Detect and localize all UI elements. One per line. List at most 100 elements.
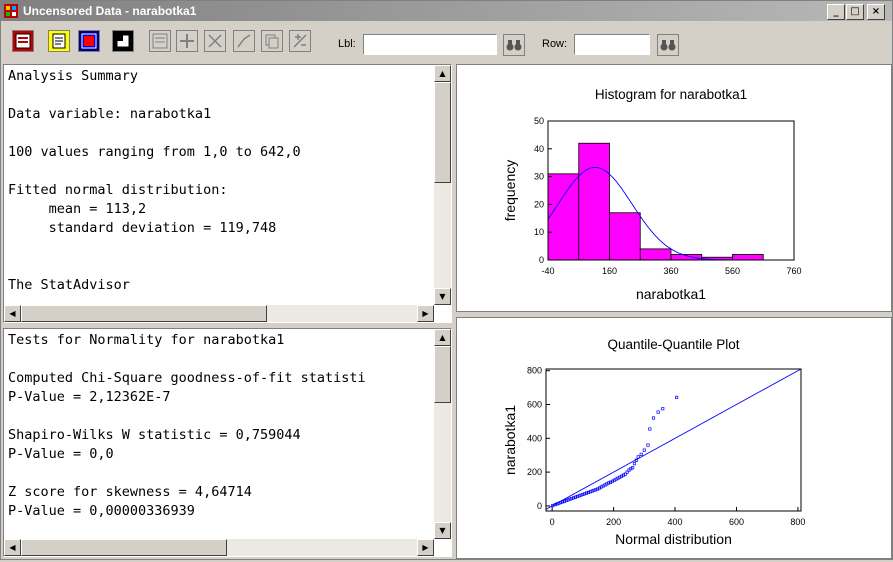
histogram-bar (578, 142, 610, 261)
scrollbar-thumb[interactable] (21, 539, 227, 556)
save-results-icon[interactable] (149, 30, 171, 52)
scrollbar-thumb[interactable] (434, 346, 451, 403)
data-point (642, 448, 646, 452)
analysis-summary-text: Analysis Summary Data variable: narabotk… (8, 67, 301, 295)
scroll-left-icon[interactable]: ◀ (4, 305, 21, 322)
text-line: Analysis Summary (8, 68, 139, 84)
text-line: The StatAdvisor (8, 277, 130, 293)
y-tick-label: 400 (527, 433, 542, 443)
label-search-input[interactable] (363, 34, 497, 55)
y-tick-label: 800 (527, 366, 542, 376)
text-line: P-Value = 0,00000336939 (8, 503, 195, 519)
horizontal-scrollbar[interactable]: ◀ ▶ (4, 305, 434, 322)
qq-plot-chart: Quantile-Quantile Plot Normal distributio… (502, 337, 805, 547)
text-line (8, 257, 301, 276)
x-axis-label: narabotka1 (636, 286, 706, 302)
scroll-down-icon[interactable]: ▼ (434, 522, 451, 539)
histogram-chart: Histogram for narabotka1 narabotka1 freque… (502, 87, 802, 302)
text-line: P-Value = 2,12362E-7 (8, 389, 171, 405)
text-line (8, 464, 366, 483)
analysis-options-icon[interactable] (48, 30, 70, 52)
scroll-down-icon[interactable]: ▼ (434, 288, 451, 305)
data-point (646, 443, 650, 447)
vertical-scrollbar[interactable]: ▲ ▼ (434, 329, 451, 539)
app-window: Uncensored Data - narabotka1 _ □ × Lbl: … (0, 0, 893, 560)
text-line (8, 86, 301, 105)
y-tick-label: 200 (527, 467, 542, 477)
text-line: Tests for Normality for narabotka1 (8, 332, 285, 348)
y-tick-label: 30 (534, 172, 544, 182)
copy-icon[interactable] (261, 30, 283, 52)
y-tick-label: 40 (534, 144, 544, 154)
normality-tests-pane[interactable]: Tests for Normality for narabotka1 Compu… (3, 328, 452, 557)
maximize-button[interactable]: □ (846, 4, 864, 20)
graph-options-icon[interactable] (233, 30, 255, 52)
graphs-icon[interactable] (112, 30, 134, 52)
histogram-bar (732, 254, 764, 261)
vertical-scrollbar[interactable]: ▲ ▼ (434, 65, 451, 305)
scroll-up-icon[interactable]: ▲ (434, 329, 451, 346)
scroll-right-icon[interactable]: ▶ (417, 539, 434, 556)
text-line: Z score for skewness = 4,64714 (8, 484, 252, 500)
x-tick-label: 160 (602, 266, 617, 276)
histogram-pane[interactable]: Histogram for narabotka1 narabotka1 freque… (456, 64, 892, 312)
text-line: standard deviation = 119,748 (8, 220, 277, 236)
chart-title: Histogram for narabotka1 (595, 87, 747, 102)
text-line: Shapiro-Wilks W statistic = 0,759044 (8, 427, 301, 443)
scroll-up-icon[interactable]: ▲ (434, 65, 451, 82)
y-tick-label: 50 (534, 116, 544, 126)
y-tick-label: 0 (537, 501, 542, 511)
tables-icon[interactable] (78, 30, 100, 52)
text-line: Fitted normal distribution: (8, 182, 228, 198)
x-tick-label: 0 (550, 517, 555, 527)
y-tick-label: 600 (527, 400, 542, 410)
binoculars-icon[interactable] (657, 34, 679, 56)
x-tick-label: 600 (729, 517, 744, 527)
scrollbar-thumb[interactable] (21, 305, 267, 322)
text-line: Computed Chi-Square goodness-of-fit stat… (8, 370, 366, 386)
window-title: Uncensored Data - narabotka1 (23, 4, 197, 18)
binoculars-icon[interactable] (503, 34, 525, 56)
horizontal-scrollbar[interactable]: ◀ ▶ (4, 539, 434, 556)
text-line: 100 values ranging from 1,0 to 642,0 (8, 144, 301, 160)
title-bar[interactable]: Uncensored Data - narabotka1 _ □ × (1, 1, 892, 21)
data-point (632, 462, 637, 466)
text-line (8, 238, 301, 257)
reference-line (545, 368, 802, 510)
x-tick-label: 360 (663, 266, 678, 276)
text-line: mean = 113,2 (8, 201, 147, 217)
analysis-summary-pane[interactable]: Analysis Summary Data variable: narabotk… (3, 64, 452, 323)
x-axis-label: Normal distribution (615, 531, 732, 547)
data-point (648, 427, 652, 431)
y-tick-label: 20 (534, 199, 544, 209)
pane-options-icon[interactable] (204, 30, 226, 52)
text-line: P-Value = 0,0 (8, 446, 114, 462)
exclude-icon[interactable] (176, 30, 198, 52)
app-icon (4, 4, 18, 18)
x-tick-label: -40 (541, 266, 554, 276)
x-tick-label: 200 (606, 517, 621, 527)
x-tick-label: 560 (725, 266, 740, 276)
normality-tests-text: Tests for Normality for narabotka1 Compu… (8, 331, 366, 521)
data-point (656, 410, 660, 414)
histogram-bar (609, 212, 641, 261)
text-line (8, 162, 301, 181)
toolbar: Lbl: Row: (1, 21, 892, 63)
text-line (8, 124, 301, 143)
qq-plot-pane[interactable]: Quantile-Quantile Plot Normal distributio… (456, 317, 892, 559)
text-line (8, 407, 366, 426)
minimize-button[interactable]: _ (827, 4, 845, 20)
close-button[interactable]: × (867, 4, 885, 20)
quit-icon[interactable] (289, 30, 311, 52)
y-axis-label: frequency (502, 160, 518, 221)
histogram-bar (639, 248, 672, 261)
scrollbar-thumb[interactable] (434, 82, 451, 183)
data-point (675, 395, 679, 399)
scroll-left-icon[interactable]: ◀ (4, 539, 21, 556)
lbl-label: Lbl: (338, 38, 356, 50)
scroll-right-icon[interactable]: ▶ (417, 305, 434, 322)
data-point (639, 452, 643, 456)
input-dialog-icon[interactable] (12, 30, 34, 52)
text-line: Data variable: narabotka1 (8, 106, 212, 122)
row-search-input[interactable] (574, 34, 650, 55)
